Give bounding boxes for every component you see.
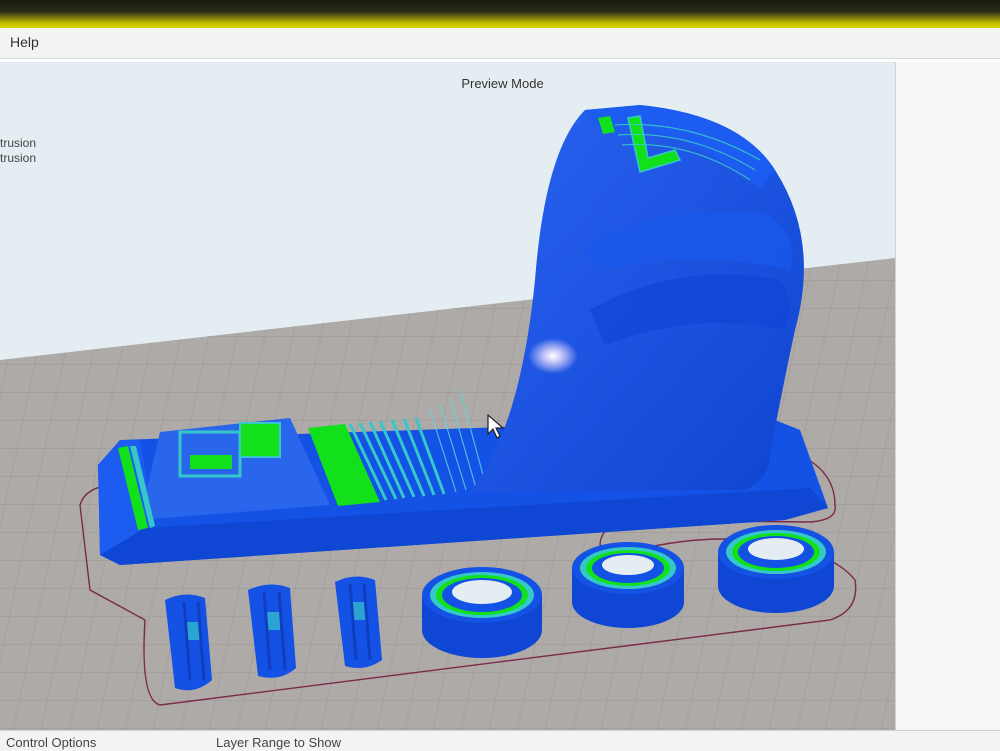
control-options-label: Control Options [6, 735, 97, 750]
menu-bar: Help [0, 28, 1000, 59]
right-panel [895, 62, 1000, 730]
layer-range-label: Layer Range to Show [216, 735, 342, 750]
legend-item: trusion [0, 136, 37, 150]
legend-partial: trusion trusion [0, 136, 36, 166]
preview-mode-title: Preview Mode [461, 76, 544, 91]
legend-item: trusion [0, 151, 37, 165]
bottom-panel: Control Options Layer Range to Show [0, 730, 1000, 751]
tall-handle-part [470, 105, 804, 492]
sliced-model-render [0, 105, 895, 730]
preview-viewport[interactable]: Preview Mode trusion trusion [0, 62, 895, 730]
mouse-cursor-icon [487, 414, 505, 439]
monitor-bezel [0, 0, 1000, 28]
screen-glare [528, 338, 578, 374]
menu-help[interactable]: Help [10, 34, 39, 50]
